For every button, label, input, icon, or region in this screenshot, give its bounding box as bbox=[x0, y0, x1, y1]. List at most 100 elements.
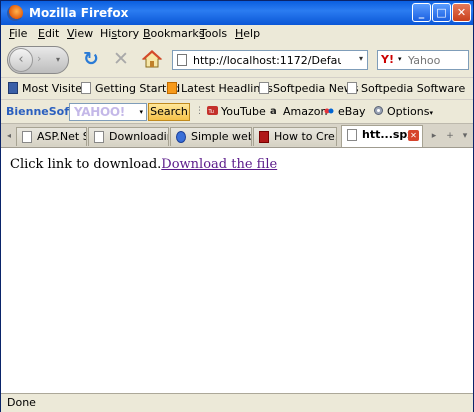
search-bar[interactable]: Y! ▾ bbox=[377, 50, 469, 70]
new-tab-icon[interactable]: + bbox=[443, 128, 457, 144]
bookmark-most-visited[interactable]: Most Visited bbox=[8, 82, 89, 95]
page-content: Click link to download.Download the file bbox=[1, 147, 473, 394]
page-icon bbox=[177, 54, 187, 66]
amazon-label: Amazon bbox=[283, 105, 328, 118]
menu-tools[interactable]: Tools bbox=[200, 27, 227, 40]
download-link[interactable]: Download the file bbox=[161, 157, 277, 172]
title-bar: Mozilla Firefox _ □ ✕ bbox=[1, 1, 473, 25]
bookmark-softpedia-software[interactable]: Softpedia Software bbox=[347, 82, 465, 95]
page-icon bbox=[94, 131, 104, 143]
asp-icon bbox=[259, 131, 269, 143]
bookmark-softpedia-news[interactable]: Softpedia News bbox=[259, 82, 358, 95]
page-icon bbox=[347, 129, 357, 141]
stop-button[interactable]: ✕ bbox=[111, 49, 131, 69]
yahoo-dropdown-icon[interactable]: ▾ bbox=[139, 108, 143, 116]
bookmark-label: Softpedia News bbox=[273, 82, 359, 95]
menu-mnemonic: V bbox=[67, 27, 75, 40]
svg-text:a: a bbox=[270, 106, 277, 116]
url-dropdown-icon[interactable]: ▾ bbox=[359, 54, 363, 63]
youtube-icon: Tu bbox=[207, 106, 218, 115]
ebay-icon bbox=[324, 108, 334, 114]
most-visited-icon bbox=[8, 82, 18, 94]
bookmark-label: Most Visited bbox=[22, 82, 89, 95]
amazon-icon: a bbox=[270, 106, 277, 116]
navigation-toolbar: ‹ › ▾ ↻ ✕ ▾ Y! ▾ bbox=[1, 43, 473, 77]
yahoo-logo: YAHOO! bbox=[74, 105, 125, 119]
status-text: Done bbox=[7, 396, 36, 409]
yahoo-engine-icon[interactable]: Y! bbox=[381, 53, 394, 66]
menu-mnemonic: B bbox=[143, 27, 151, 40]
back-button[interactable]: ‹ bbox=[9, 48, 33, 72]
list-all-tabs-icon[interactable]: ▾ bbox=[458, 128, 472, 144]
tab-how-to-create[interactable]: How to Cre... bbox=[253, 127, 337, 146]
ebay-link[interactable]: eBay bbox=[324, 105, 366, 118]
tab-scroll-right-icon[interactable]: ▸ bbox=[427, 128, 441, 144]
tab-label: Downloadin... bbox=[109, 130, 168, 143]
tab-simple-web[interactable]: Simple web ... bbox=[170, 127, 252, 146]
options-menu[interactable]: Options▾ bbox=[373, 105, 433, 118]
toolbar-grip-icon: ⋮ bbox=[195, 106, 204, 116]
youtube-link[interactable]: Tu YouTube bbox=[207, 105, 266, 118]
minimize-button[interactable]: _ bbox=[412, 3, 431, 22]
history-dropdown-icon[interactable]: ▾ bbox=[56, 55, 60, 64]
menu-mnemonic: s bbox=[111, 27, 118, 40]
search-input[interactable] bbox=[408, 52, 466, 68]
window-title: Mozilla Firefox bbox=[29, 6, 129, 20]
status-bar: Done bbox=[1, 393, 473, 412]
toolbar-search-button[interactable]: Search bbox=[148, 103, 190, 121]
tab-label: Simple web ... bbox=[191, 130, 251, 143]
menu-history[interactable]: History bbox=[100, 27, 139, 40]
engine-dropdown-icon[interactable]: ▾ bbox=[398, 55, 402, 63]
globe-icon bbox=[176, 131, 186, 143]
back-forward-group: ‹ › ▾ bbox=[7, 46, 69, 74]
browser-window: Mozilla Firefox _ □ ✕ File Edit View His… bbox=[0, 0, 474, 412]
close-button[interactable]: ✕ bbox=[452, 3, 471, 22]
rss-icon bbox=[167, 82, 177, 94]
bookmark-getting-started[interactable]: Getting Started bbox=[81, 82, 180, 95]
bookmark-latest-headlines[interactable]: Latest Headlines bbox=[167, 82, 273, 95]
tab-strip: ◂ ASP.Net Ser... Downloadin... Simple we… bbox=[1, 123, 473, 148]
menu-file[interactable]: File bbox=[9, 27, 27, 40]
bookmarks-toolbar: Most Visited Getting Started Latest Head… bbox=[1, 77, 473, 100]
maximize-button[interactable]: □ bbox=[432, 3, 451, 22]
youtube-label: YouTube bbox=[221, 105, 266, 118]
menu-mnemonic: E bbox=[38, 27, 45, 40]
tab-label: How to Cre... bbox=[274, 130, 336, 143]
tab-scroll-left-icon[interactable]: ◂ bbox=[3, 127, 15, 145]
url-input[interactable] bbox=[193, 52, 341, 68]
download-text: Click link to download. bbox=[10, 157, 162, 172]
svg-text:Tu: Tu bbox=[208, 109, 214, 115]
menu-mnemonic: H bbox=[235, 27, 244, 40]
menu-edit[interactable]: Edit bbox=[38, 27, 59, 40]
home-icon[interactable] bbox=[141, 48, 163, 70]
forward-button[interactable]: › bbox=[37, 52, 41, 65]
menu-bookmarks[interactable]: Bookmarks bbox=[143, 27, 204, 40]
ebay-label: eBay bbox=[338, 105, 366, 118]
menu-help[interactable]: Help bbox=[235, 27, 260, 40]
tab-label: htt...spx bbox=[362, 128, 415, 141]
page-icon bbox=[22, 131, 32, 143]
page-icon bbox=[259, 82, 269, 94]
options-label: Options bbox=[387, 105, 430, 118]
menu-mnemonic: T bbox=[200, 27, 205, 40]
address-bar[interactable]: ▾ bbox=[172, 50, 368, 70]
reload-button[interactable]: ↻ bbox=[81, 49, 101, 69]
download-paragraph: Click link to download.Download the file bbox=[10, 157, 277, 172]
tab-active-aspx[interactable]: htt...spx ✕ bbox=[341, 125, 423, 147]
bookmark-label: Softpedia Software bbox=[361, 82, 466, 95]
yahoo-search-box[interactable]: YAHOO! ▾ bbox=[69, 103, 147, 121]
firefox-logo-icon bbox=[7, 5, 23, 21]
menu-mnemonic: F bbox=[9, 27, 15, 40]
tab-close-icon[interactable]: ✕ bbox=[408, 130, 419, 141]
tab-aspnet[interactable]: ASP.Net Ser... bbox=[16, 127, 87, 146]
menu-bar: File Edit View History Bookmarks Tools H… bbox=[1, 25, 473, 43]
gear-icon bbox=[374, 106, 383, 115]
biennesoft-brand[interactable]: BienneSoft bbox=[6, 105, 74, 118]
page-icon bbox=[347, 82, 357, 94]
tab-downloading[interactable]: Downloadin... bbox=[88, 127, 169, 146]
biennesoft-toolbar: BienneSoft YAHOO! ▾ Search ⋮ Tu YouTube a… bbox=[1, 99, 473, 124]
tab-label: ASP.Net Ser... bbox=[37, 130, 86, 143]
menu-view[interactable]: View bbox=[67, 27, 93, 40]
amazon-link[interactable]: a Amazon bbox=[269, 105, 327, 118]
options-dropdown-icon: ▾ bbox=[429, 109, 433, 117]
